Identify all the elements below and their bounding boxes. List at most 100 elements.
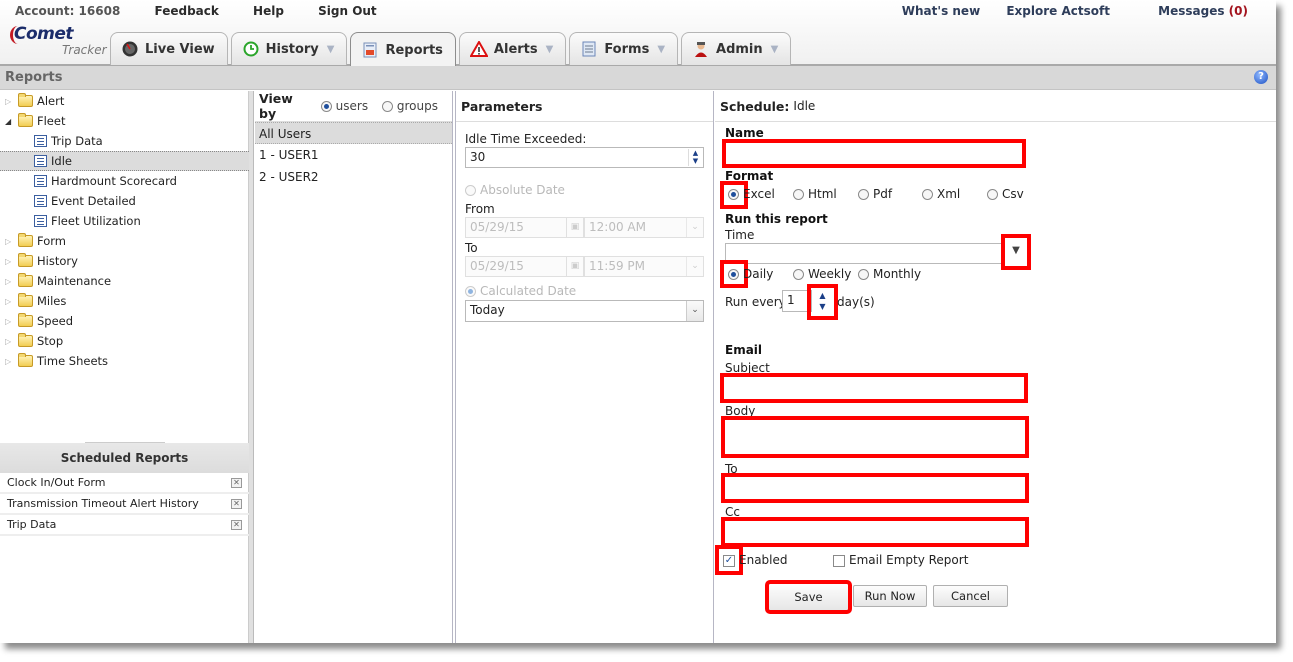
from-date-input[interactable]: 05/29/15 ▣ [465,217,584,238]
delete-icon[interactable]: ✕ [231,477,242,488]
spinner-icon[interactable]: ▲ ▼ [688,149,702,166]
tree-folder-miles[interactable]: ▷ Miles [0,291,249,311]
tree-item-trip-data[interactable]: Trip Data [0,131,249,151]
delete-icon[interactable]: ✕ [231,519,242,530]
calendar-icon[interactable]: ▣ [566,218,583,237]
format-excel[interactable]: Excel [728,187,775,201]
sign-out-link[interactable]: Sign Out [318,4,377,18]
delete-icon[interactable]: ✕ [231,498,242,509]
tree-item-event-detailed[interactable]: Event Detailed [0,191,249,211]
body-textarea[interactable] [721,416,1029,458]
tree-folder-alert[interactable]: ▷ Alert [0,91,249,111]
tree-folder-speed[interactable]: ▷ Speed [0,311,249,331]
folder-icon [18,273,33,287]
format-label-excel: Excel [743,187,775,201]
to-time-select[interactable]: 11:59 PM ⌄ [584,256,704,277]
user-list-item[interactable]: 1 - USER1 [255,144,452,166]
tree-item-hardmount-scorecard[interactable]: Hardmount Scorecard [0,171,249,191]
run-every-input[interactable]: 1 [782,290,812,312]
name-input[interactable] [722,139,1026,168]
chevron-down-icon: ▼ [770,43,779,55]
radio-absolute-date[interactable] [465,185,476,196]
format-csv[interactable]: Csv [987,187,1024,201]
calculated-date-select[interactable]: Today ⌄ [465,300,704,322]
time-dropdown-button[interactable]: ▼ [1001,234,1031,270]
subject-label: Subject [725,361,770,375]
whats-new-link[interactable]: What's new [902,4,980,18]
format-xml[interactable]: Xml [922,187,960,201]
frequency-label-monthly: Monthly [873,267,922,281]
email-empty-checkbox-row[interactable]: Email Empty Report [833,553,968,567]
user-list-item[interactable]: All Users [255,122,452,144]
chevron-down-icon[interactable]: ⌄ [686,257,703,276]
to-email-input[interactable] [721,473,1029,503]
feedback-link[interactable]: Feedback [155,4,219,18]
run-every-spinner[interactable]: ▲ ▼ [807,284,838,320]
frequency-monthly[interactable]: Monthly [858,267,921,281]
expand-arrow-icon[interactable]: ▷ [5,317,15,326]
enabled-checkbox-row[interactable]: ✓ Enabled [723,553,788,567]
calculated-date-option[interactable]: Calculated Date [465,284,713,298]
collapse-arrow-icon[interactable]: ◢ [5,117,15,126]
time-select[interactable] [725,243,1027,264]
run-now-button[interactable]: Run Now [853,585,927,607]
tab-admin[interactable]: Admin ▼ [681,32,792,65]
expand-arrow-icon[interactable]: ▷ [5,277,15,286]
expand-arrow-icon[interactable]: ▷ [5,97,15,106]
frequency-daily[interactable]: Daily [728,267,773,281]
tree-folder-history[interactable]: ▷ History [0,251,249,271]
folder-open-icon [18,113,33,127]
expand-arrow-icon[interactable]: ▷ [5,357,15,366]
tree-folder-stop[interactable]: ▷ Stop [0,331,249,351]
save-button[interactable]: Save [765,580,852,614]
expand-arrow-icon[interactable]: ▷ [5,337,15,346]
calendar-icon[interactable]: ▣ [566,257,583,276]
expand-arrow-icon[interactable]: ▷ [5,297,15,306]
tree-item-fleet-utilization[interactable]: Fleet Utilization [0,211,249,231]
expand-arrow-icon[interactable]: ▷ [5,257,15,266]
panel-splitter[interactable] [249,91,254,643]
cc-input[interactable] [721,517,1029,547]
help-icon[interactable]: ? [1254,70,1268,84]
format-html[interactable]: Html [793,187,837,201]
format-pdf[interactable]: Pdf [858,187,892,201]
app-window: Account: 16608 Feedback Help Sign Out Wh… [0,0,1276,643]
tab-forms[interactable]: Forms ▼ [569,32,679,65]
scheduled-report-item[interactable]: Clock In/Out Form ✕ [0,473,249,494]
messages-link[interactable]: Messages (0) [1136,4,1248,18]
frequency-weekly[interactable]: Weekly [793,267,851,281]
tab-history[interactable]: History ▼ [230,32,348,65]
email-empty-checkbox[interactable] [833,554,845,567]
from-time-select[interactable]: 12:00 AM ⌄ [584,217,704,238]
tree-folder-maintenance[interactable]: ▷ Maintenance [0,271,249,291]
radio-calculated-date[interactable] [465,286,476,297]
tab-alerts[interactable]: Alerts ▼ [458,32,567,65]
idle-time-input[interactable]: 30 ▲ ▼ [465,147,704,168]
tree-folder-fleet[interactable]: ◢ Fleet [0,111,249,131]
explore-actsoft-link[interactable]: Explore Actsoft [1006,4,1110,18]
tree-folder-time-sheets[interactable]: ▷ Time Sheets [0,351,249,371]
enabled-checkbox[interactable]: ✓ [723,554,735,567]
cancel-button[interactable]: Cancel [933,585,1008,607]
tab-live-view[interactable]: Live View [110,32,228,65]
schedule-panel: Schedule: Idle Name Format Excel Html Pd… [715,91,1276,643]
scheduled-report-item[interactable]: Transmission Timeout Alert History ✕ [0,494,249,515]
expand-arrow-icon[interactable]: ▷ [5,237,15,246]
radio-users[interactable] [320,100,332,112]
radio-groups[interactable] [382,100,393,112]
absolute-date-option[interactable]: Absolute Date [465,183,713,197]
report-icon [34,175,47,187]
user-list-item[interactable]: 2 - USER2 [255,166,452,188]
tree-folder-form[interactable]: ▷ Form [0,231,249,251]
scheduled-report-item[interactable]: Trip Data ✕ [0,515,249,536]
chevron-down-icon[interactable]: ⌄ [686,218,703,237]
tab-reports[interactable]: Reports [350,32,456,67]
tree-label: Stop [37,334,64,348]
tree-item-idle[interactable]: Idle [0,151,249,171]
help-link[interactable]: Help [253,4,284,18]
parameters-title: Parameters [461,98,543,114]
clock-icon [242,40,260,58]
chevron-down-icon[interactable]: ⌄ [686,301,703,321]
subject-input[interactable] [720,373,1028,403]
to-date-input[interactable]: 05/29/15 ▣ [465,256,584,277]
